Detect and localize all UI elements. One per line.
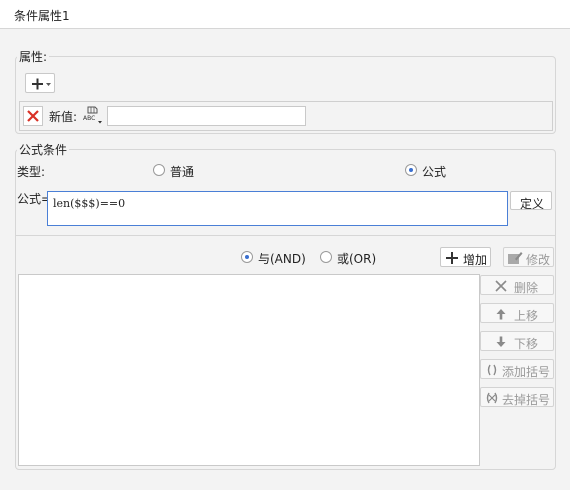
define-button[interactable]: 定义	[510, 191, 552, 211]
abc-format-icon: ABC	[83, 106, 102, 124]
close-icon	[27, 110, 39, 122]
type-formula-label: 公式	[422, 165, 447, 179]
move-down-button[interactable]: 下移	[480, 331, 554, 351]
type-normal-radio[interactable]	[153, 164, 165, 176]
remove-brackets-button[interactable]: 去掉括号	[480, 387, 554, 407]
new-value-input[interactable]	[107, 106, 306, 126]
and-label: 与(AND)	[258, 252, 306, 266]
edit-condition-button[interactable]: 修改	[503, 247, 554, 267]
arrow-down-icon	[496, 336, 506, 347]
edit-icon	[508, 252, 523, 264]
formula-input[interactable]: len($$$)==0	[47, 191, 508, 226]
formula-text: len($$$)==0	[53, 197, 126, 210]
add-brackets-button[interactable]: 添加括号	[480, 359, 554, 379]
type-formula-option[interactable]: 公式	[405, 163, 465, 179]
condition-list[interactable]	[18, 274, 480, 466]
and-option[interactable]: 与(AND)	[241, 250, 313, 266]
or-label: 或(OR)	[337, 252, 377, 266]
separator	[16, 235, 555, 236]
type-label: 类型:	[17, 165, 46, 179]
type-normal-label: 普通	[170, 165, 195, 179]
move-up-button[interactable]: 上移	[480, 303, 554, 323]
type-formula-radio[interactable]	[405, 164, 417, 176]
close-icon	[495, 280, 507, 292]
new-value-label: 新值:	[49, 110, 78, 124]
plus-icon	[32, 78, 51, 90]
text-format-button[interactable]: ABC	[82, 104, 104, 126]
or-radio[interactable]	[320, 251, 332, 263]
window-titlebar: 条件属性1	[0, 0, 570, 29]
or-option[interactable]: 或(OR)	[320, 250, 380, 266]
svg-text:ABC: ABC	[83, 115, 95, 122]
remove-brackets-icon	[486, 392, 498, 404]
chevron-down-icon	[46, 83, 51, 86]
attributes-group-label: 属性:	[17, 48, 50, 65]
remove-attribute-button[interactable]	[23, 106, 43, 126]
arrow-up-icon	[496, 309, 506, 320]
plus-icon	[446, 252, 458, 264]
delete-button[interactable]: 删除	[480, 275, 554, 295]
window-title: 条件属性1	[14, 9, 70, 23]
add-condition-button[interactable]: 增加	[440, 247, 491, 267]
formula-group-label: 公式条件	[17, 141, 70, 158]
formula-label: 公式=	[17, 192, 52, 206]
brackets-icon	[487, 364, 497, 376]
add-attribute-button[interactable]	[25, 73, 55, 93]
and-radio[interactable]	[241, 251, 253, 263]
type-normal-option[interactable]: 普通	[153, 163, 213, 179]
